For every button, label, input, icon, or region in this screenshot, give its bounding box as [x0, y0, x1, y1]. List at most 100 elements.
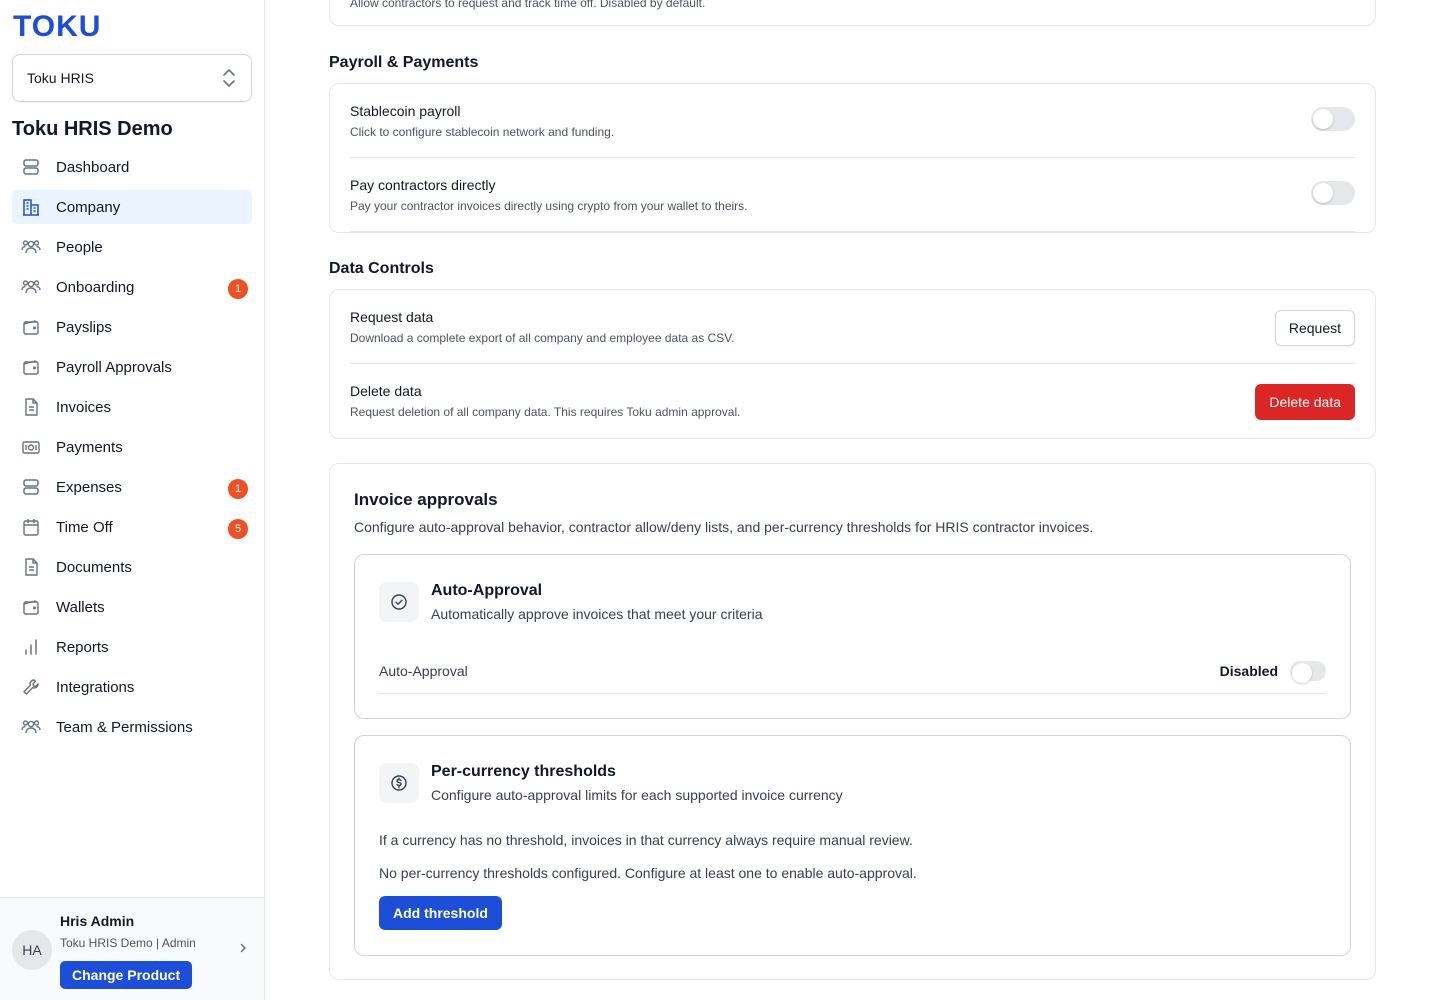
- sidebar-item-payslips[interactable]: Payslips: [12, 310, 252, 344]
- sidebar-item-label: Time Off: [56, 518, 113, 536]
- sidebar-item-payroll-approvals[interactable]: Payroll Approvals: [12, 350, 252, 384]
- sidebar-item-label: Reports: [56, 638, 109, 656]
- company-name: Toku HRIS Demo: [12, 118, 173, 140]
- expenses-icon: [20, 476, 42, 498]
- sidebar-item-invoices[interactable]: Invoices: [12, 390, 252, 424]
- change-product-button[interactable]: Change Product: [60, 961, 193, 989]
- onboarding-icon: [20, 276, 42, 298]
- people-icon: [20, 236, 42, 258]
- wallet-icon: [20, 356, 42, 378]
- sidebar-item-expenses[interactable]: Expenses 1: [12, 470, 252, 504]
- dollar-circle-icon: [379, 763, 419, 803]
- row-title: Request data: [350, 309, 434, 325]
- document-icon: [20, 396, 42, 418]
- request-data-row: Request data Download a complete export …: [350, 290, 1355, 364]
- row-desc: Pay your contractor invoices directly us…: [350, 199, 748, 213]
- invoice-approvals-title: Invoice approvals: [354, 490, 498, 509]
- sidebar-item-label: Payroll Approvals: [56, 358, 172, 376]
- toku-logo[interactable]: TOKU: [13, 10, 101, 44]
- check-circle-icon: [379, 582, 419, 622]
- row-title: Pay contractors directly: [350, 177, 496, 193]
- product-select[interactable]: Toku HRIS: [12, 54, 252, 102]
- people-icon: [20, 716, 42, 738]
- time-off-setting-desc: Allow contractors to request and track t…: [350, 0, 706, 10]
- wallet-icon: [20, 316, 42, 338]
- auto-approval-toggle[interactable]: [1290, 661, 1326, 683]
- sidebar-item-label: Integrations: [56, 678, 135, 696]
- onboarding-badge: 1: [228, 279, 248, 299]
- delete-data-row: Delete data Request deletion of all comp…: [350, 364, 1355, 438]
- sidebar: TOKU Toku HRIS Toku HRIS Demo Dashboard …: [0, 0, 265, 1000]
- request-data-button[interactable]: Request: [1274, 310, 1355, 346]
- auto-approval-row: Auto-Approval Disabled: [379, 651, 1326, 694]
- payroll-section-title: Payroll & Payments: [329, 54, 479, 71]
- row-title: Stablecoin payroll: [350, 103, 461, 119]
- sidebar-item-team-permissions[interactable]: Team & Permissions: [12, 710, 252, 744]
- sidebar-item-label: People: [56, 238, 103, 256]
- auto-approval-row-label: Auto-Approval: [379, 663, 468, 679]
- sidebar-item-label: Payments: [56, 438, 123, 456]
- auto-approval-card: Auto-Approval Automatically approve invo…: [354, 554, 1351, 719]
- invoice-approvals-desc: Configure auto-approval behavior, contra…: [354, 519, 1094, 535]
- sidebar-item-label: Onboarding: [56, 278, 135, 296]
- no-thresholds-message: No per-currency thresholds configured. C…: [379, 865, 917, 881]
- thresholds-card: Per-currency thresholds Configure auto-a…: [354, 735, 1351, 956]
- banknote-icon: [20, 436, 42, 458]
- sidebar-item-documents[interactable]: Documents: [12, 550, 252, 584]
- sidebar-item-onboarding[interactable]: Onboarding 1: [12, 270, 252, 304]
- sidebar-item-time-off[interactable]: Time Off 5: [12, 510, 252, 544]
- pay-contractors-toggle[interactable]: [1311, 181, 1355, 205]
- bar-chart-icon: [20, 636, 42, 658]
- row-desc: Request deletion of all company data. Th…: [350, 405, 741, 419]
- auto-approval-status: Disabled: [1219, 663, 1278, 679]
- stablecoin-payroll-toggle[interactable]: [1311, 107, 1355, 131]
- delete-data-button[interactable]: Delete data: [1255, 384, 1355, 420]
- sidebar-item-reports[interactable]: Reports: [12, 630, 252, 664]
- sidebar-nav: Dashboard Company People Onboarding 1 Pa…: [12, 150, 252, 750]
- thresholds-note: If a currency has no threshold, invoices…: [379, 832, 913, 848]
- row-desc: Click to configure stablecoin network an…: [350, 125, 615, 139]
- sidebar-item-wallets[interactable]: Wallets: [12, 590, 252, 624]
- user-role: Toku HRIS Demo | Admin: [60, 936, 196, 950]
- sidebar-item-label: Payslips: [56, 318, 112, 336]
- sidebar-item-dashboard[interactable]: Dashboard: [12, 150, 252, 184]
- user-menu[interactable]: HA Hris Admin Toku HRIS Demo | Admin Cha…: [0, 897, 264, 1000]
- row-desc: Download a complete export of all compan…: [350, 331, 735, 345]
- sidebar-item-company[interactable]: Company: [12, 190, 252, 224]
- time-off-badge: 5: [228, 519, 248, 539]
- dashboard-icon: [20, 156, 42, 178]
- wrench-icon: [20, 676, 42, 698]
- chevron-right-icon[interactable]: [237, 942, 249, 954]
- auto-approval-desc: Automatically approve invoices that meet…: [431, 606, 763, 622]
- sidebar-item-integrations[interactable]: Integrations: [12, 670, 252, 704]
- sidebar-item-label: Company: [56, 198, 121, 216]
- sidebar-item-people[interactable]: People: [12, 230, 252, 264]
- sidebar-item-label: Documents: [56, 558, 132, 576]
- sidebar-item-label: Dashboard: [56, 158, 130, 176]
- main-content: Allow contractors to request and track t…: [265, 0, 1440, 1000]
- data-controls-title: Data Controls: [329, 260, 434, 277]
- product-select-label: Toku HRIS: [27, 70, 94, 86]
- invoice-approvals-card: Invoice approvals Configure auto-approva…: [329, 463, 1376, 980]
- document-icon: [20, 556, 42, 578]
- thresholds-title: Per-currency thresholds: [431, 763, 616, 780]
- auto-approval-title: Auto-Approval: [431, 582, 543, 599]
- sidebar-item-payments[interactable]: Payments: [12, 430, 252, 464]
- thresholds-desc: Configure auto-approval limits for each …: [431, 787, 843, 803]
- sidebar-item-label: Wallets: [56, 598, 105, 616]
- pay-contractors-row: Pay contractors directly Pay your contra…: [350, 158, 1355, 232]
- row-title: Delete data: [350, 383, 422, 399]
- building-icon: [20, 196, 42, 218]
- sidebar-item-label: Expenses: [56, 478, 122, 496]
- sidebar-item-label: Invoices: [56, 398, 112, 416]
- expenses-badge: 1: [228, 479, 248, 499]
- stablecoin-payroll-row: Stablecoin payroll Click to configure st…: [350, 84, 1355, 158]
- time-off-settings-card: Allow contractors to request and track t…: [329, 0, 1376, 26]
- user-name: Hris Admin: [60, 913, 135, 929]
- chevron-up-down-icon: [223, 69, 235, 87]
- data-controls-card: Request data Download a complete export …: [329, 289, 1376, 439]
- add-threshold-button[interactable]: Add threshold: [379, 896, 502, 930]
- avatar: HA: [12, 930, 52, 970]
- calendar-icon: [20, 516, 42, 538]
- payroll-card: Stablecoin payroll Click to configure st…: [329, 83, 1376, 233]
